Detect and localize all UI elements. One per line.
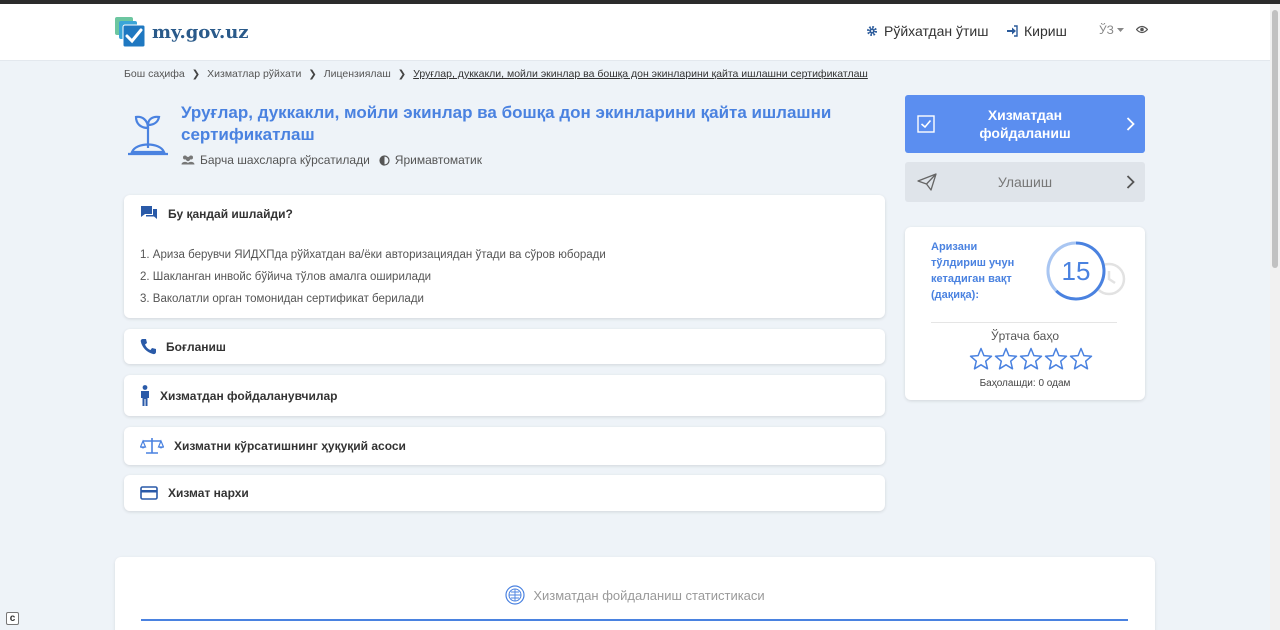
users-icon — [181, 155, 195, 165]
audience-label: Барча шахсларга кўрсатилади — [200, 153, 370, 167]
half-circle-icon — [379, 154, 390, 166]
legal-basis-header[interactable]: Хизматни кўрсатишнинг ҳуқуқий асоси — [124, 427, 885, 465]
use-service-label: Хизматдан фойдаланиш — [979, 107, 1071, 141]
corner-c-icon[interactable]: c — [6, 612, 19, 625]
contact-header[interactable]: Боғланиш — [124, 329, 885, 364]
chat-icon — [141, 206, 157, 219]
site-header: my.gov.uz Рўйхатдан ўтиш Кириш ЎЗ — [0, 4, 1270, 61]
mode-label: Яримавтоматик — [394, 153, 483, 167]
login-link[interactable]: Кириш — [1006, 23, 1067, 39]
breadcrumb-item-licensing[interactable]: Лицензиялаш — [324, 68, 391, 80]
how-it-works-card: Бу қандай ишлайди? 1. Ариза берувчи ЯИДХ… — [124, 195, 885, 318]
breadcrumb-separator-icon: ❯ — [397, 68, 407, 80]
users-card[interactable]: Хизматдан фойдаланувчилар — [124, 375, 885, 416]
step-item: 2. Шакланган инвойс бўйича тўлов амалга … — [140, 271, 432, 283]
breadcrumb: Бош саҳифа ❯ Хизматлар рўйхати ❯ Лицензи… — [124, 68, 868, 80]
time-value: 15 — [1061, 256, 1091, 286]
breadcrumb-current[interactable]: Уруғлар, дуккакли, мойли экинлар ва бошқ… — [413, 68, 868, 80]
star-icon[interactable] — [1044, 347, 1068, 371]
language-selector[interactable]: ЎЗ — [1099, 23, 1124, 37]
legal-basis-title: Хизматни кўрсатишнинг ҳуқуқий асоси — [174, 439, 406, 453]
rating-stars[interactable] — [969, 347, 1093, 371]
person-icon — [141, 384, 149, 406]
contact-title: Боғланиш — [166, 339, 226, 354]
steps-list: 1. Ариза берувчи ЯИДХПда рўйхатдан ва/ёк… — [124, 244, 885, 310]
login-label: Кириш — [1024, 23, 1067, 39]
star-icon[interactable] — [969, 347, 993, 371]
service-info-card: Аризани тўлдириш учун кетадиган вақт (да… — [905, 227, 1145, 400]
price-header[interactable]: Хизмат нархи — [124, 475, 885, 511]
users-title: Хизматдан фойдаланувчилар — [160, 388, 338, 403]
sign-in-icon — [1007, 25, 1018, 37]
eye-icon[interactable] — [1136, 25, 1148, 34]
time-label: Аризани тўлдириш учун кетадиган вақт (да… — [931, 241, 1015, 301]
step-item: 3. Ваколатли орган томонидан сертификат … — [140, 293, 424, 305]
legal-basis-card[interactable]: Хизматни кўрсатишнинг ҳуқуқий асоси — [124, 427, 885, 465]
price-title: Хизмат нархи — [168, 486, 249, 500]
star-icon[interactable] — [1019, 347, 1043, 371]
breadcrumb-separator-icon: ❯ — [191, 68, 201, 80]
step-item: 1. Ариза берувчи ЯИДХПда рўйхатдан ва/ёк… — [140, 249, 606, 261]
checkbox-icon — [917, 115, 935, 133]
service-meta: Барча шахсларга кўрсатилади Яримавтомати… — [181, 153, 482, 167]
phone-icon — [140, 339, 156, 355]
star-icon[interactable] — [994, 347, 1018, 371]
caret-down-icon — [1116, 27, 1124, 32]
statistics-underline — [141, 619, 1128, 621]
star-icon[interactable] — [1069, 347, 1093, 371]
page-title: Уруғлар, дуккакли, мойли экинлар ва бошқ… — [181, 103, 832, 144]
contact-card[interactable]: Боғланиш — [124, 329, 885, 364]
share-button[interactable]: Улашиш — [905, 162, 1145, 202]
rating-label: Ўртача баҳо — [990, 329, 1059, 343]
share-label: Улашиш — [997, 174, 1053, 190]
globe-icon — [505, 585, 525, 605]
users-header[interactable]: Хизматдан фойдаланувчилар — [124, 375, 885, 416]
register-label: Рўйхатдан ўтиш — [884, 23, 989, 39]
statistics-panel: Хизматдан фойдаланиш статистикаси — [115, 557, 1155, 630]
breadcrumb-item-services[interactable]: Хизматлар рўйхати — [207, 68, 301, 80]
breadcrumb-item-home[interactable]: Бош саҳифа — [124, 68, 185, 80]
paper-plane-icon — [917, 173, 937, 191]
chevron-right-icon — [1126, 117, 1135, 131]
how-it-works-header[interactable]: Бу қандай ишлайди? — [124, 195, 885, 222]
use-service-button[interactable]: Хизматдан фойдаланиш — [905, 95, 1145, 153]
chevron-right-icon — [1126, 175, 1135, 189]
breadcrumb-separator-icon: ❯ — [308, 68, 317, 80]
statistics-header: Хизматдан фойдаланиш статистикаси — [115, 585, 1155, 605]
statistics-title: Хизматдан фойдаланиш статистикаси — [533, 587, 765, 603]
scrollbar-thumb[interactable] — [1272, 10, 1278, 268]
votes-count: Баҳолашди: 0 одам — [979, 378, 1071, 389]
scales-icon — [140, 438, 164, 454]
price-card[interactable]: Хизмат нархи — [124, 475, 885, 511]
logo-checkbox-icon — [115, 17, 146, 48]
credit-card-icon — [140, 486, 158, 500]
logo-text: my.gov.uz — [152, 21, 249, 43]
language-label: ЎЗ — [1099, 23, 1114, 37]
sprout-icon — [128, 115, 168, 156]
register-link[interactable]: Рўйхатдан ўтиш — [866, 23, 988, 39]
divider — [931, 322, 1117, 323]
gear-icon — [867, 26, 877, 36]
site-logo[interactable]: my.gov.uz — [114, 16, 249, 48]
how-it-works-title: Бу қандай ишлайди? — [168, 206, 293, 221]
